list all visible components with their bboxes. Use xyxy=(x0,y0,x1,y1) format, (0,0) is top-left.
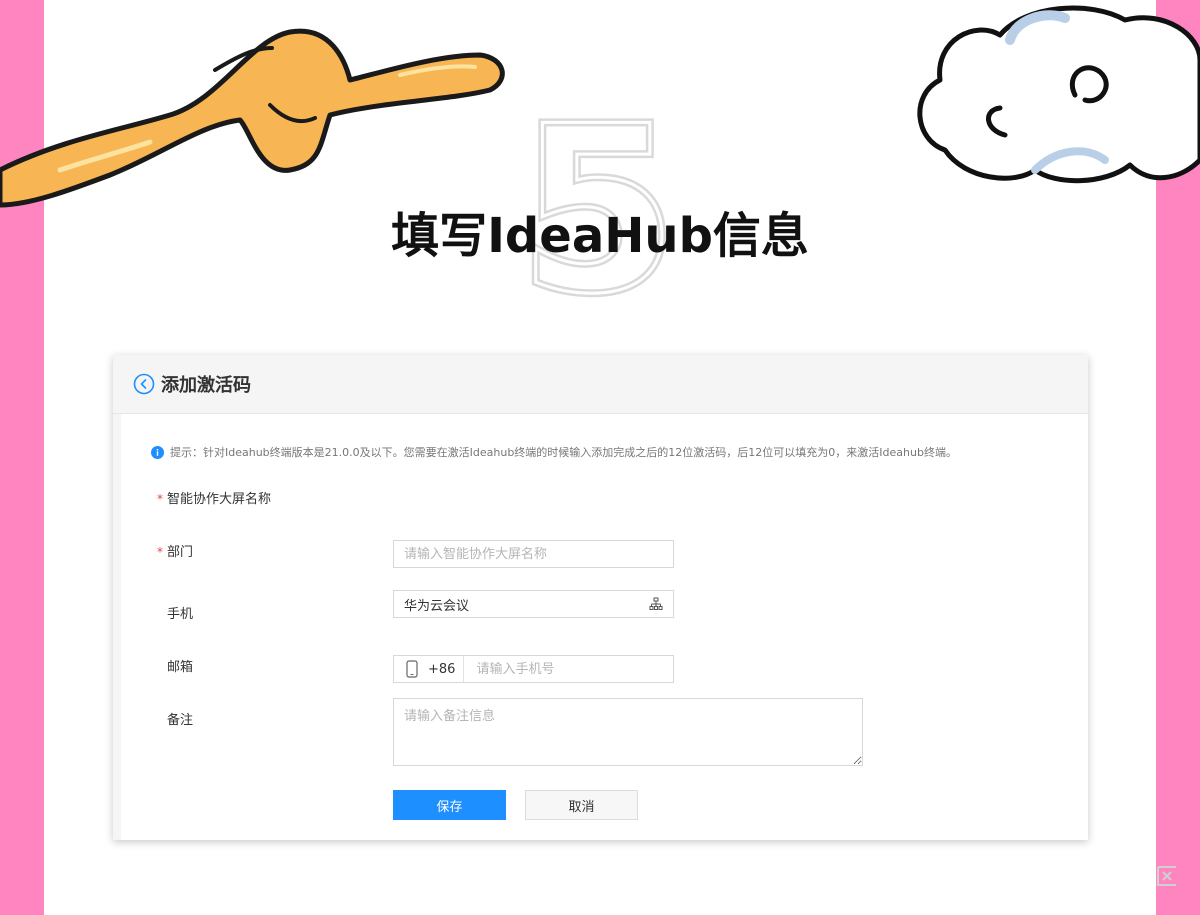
mobile-phone-icon xyxy=(406,660,418,678)
decorative-swirl-illustration xyxy=(0,28,505,208)
required-mark: * xyxy=(157,545,163,559)
email-label-text: 邮箱 xyxy=(167,660,194,675)
country-code-selector[interactable]: +86 xyxy=(394,656,465,682)
info-icon xyxy=(151,445,164,459)
email-label: 邮箱 xyxy=(157,656,193,675)
department-select[interactable]: 华为云会议 xyxy=(393,590,674,618)
department-value: 华为云会议 xyxy=(404,598,470,614)
department-label-text: 部门 xyxy=(167,545,194,560)
decorative-cloud-illustration xyxy=(917,5,1200,184)
panel-header: 添加激活码 xyxy=(113,355,1088,414)
name-label-text: 智能协作大屏名称 xyxy=(167,492,272,507)
save-button[interactable]: 保存 xyxy=(393,790,506,820)
cancel-button[interactable]: 取消 xyxy=(525,790,638,820)
name-label: * 智能协作大屏名称 xyxy=(157,488,271,507)
watermark-icon xyxy=(1157,866,1176,886)
remark-label: 备注 xyxy=(157,709,193,728)
phone-label-text: 手机 xyxy=(167,607,194,622)
panel-title: 添加激活码 xyxy=(161,375,251,396)
hint-text: 提示：针对Ideahub终端版本是21.0.0及以下。您需要在激活Ideahub… xyxy=(170,446,957,459)
remark-textarea[interactable] xyxy=(393,698,863,766)
form-body: 提示：针对Ideahub终端版本是21.0.0及以下。您需要在激活Ideahub… xyxy=(113,414,1088,840)
remark-label-text: 备注 xyxy=(167,713,194,728)
phone-label: 手机 xyxy=(157,603,193,622)
hint-row: 提示：针对Ideahub终端版本是21.0.0及以下。您需要在激活Ideahub… xyxy=(151,444,957,460)
back-circle-icon[interactable] xyxy=(133,373,155,395)
required-mark: * xyxy=(157,492,163,506)
screen-name-input[interactable] xyxy=(393,540,674,568)
add-activation-code-panel: 添加激活码 提示：针对Ideahub终端版本是21.0.0及以下。您需要在激活I… xyxy=(113,355,1088,840)
org-tree-icon[interactable] xyxy=(649,597,663,611)
phone-field: +86 xyxy=(393,655,674,683)
slide-title: 填写IdeaHub信息 xyxy=(391,208,809,264)
department-label: * 部门 xyxy=(157,541,193,560)
country-code: +86 xyxy=(428,661,456,677)
phone-input[interactable] xyxy=(464,656,673,682)
